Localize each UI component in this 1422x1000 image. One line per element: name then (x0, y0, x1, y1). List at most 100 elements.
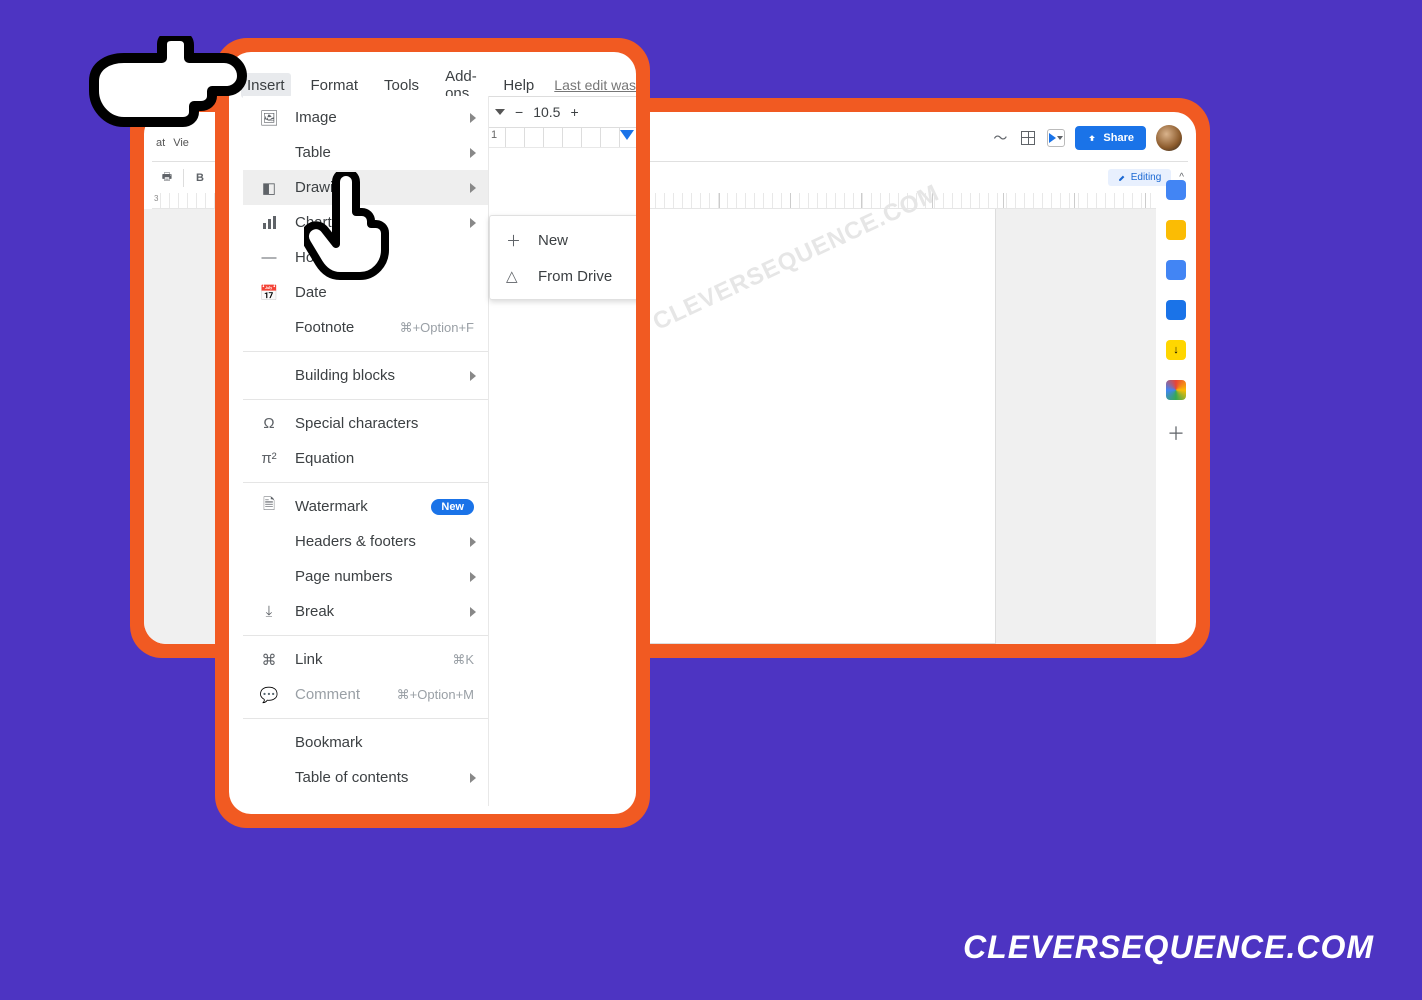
avatar[interactable] (1156, 125, 1182, 151)
editing-label: Editing (1131, 172, 1162, 183)
insert-table-label: Table (295, 144, 331, 161)
menu-separator (243, 482, 488, 483)
font-increase-button[interactable]: + (570, 104, 578, 120)
menu-tools[interactable]: Tools (378, 73, 425, 98)
drawing-from-drive-label: From Drive (538, 268, 612, 285)
menu-separator (243, 399, 488, 400)
ruler-number: 3 (152, 194, 222, 203)
submenu-arrow-icon (470, 572, 476, 582)
submenu-arrow-icon (470, 607, 476, 617)
front-inner: Insert Format Tools Add-ons Help Last ed… (229, 52, 636, 814)
insert-building-blocks-label: Building blocks (295, 367, 395, 384)
insert-break[interactable]: ⤓ Break (243, 594, 488, 629)
insert-toc[interactable]: Table of contents (243, 760, 488, 795)
ruler-marker-icon[interactable] (620, 130, 634, 140)
ruler-fragment[interactable]: 1 (487, 128, 636, 148)
insert-comment: 💬 Comment ⌘+Option+M (243, 677, 488, 712)
break-icon: ⤓ (259, 603, 279, 620)
share-button[interactable]: Share (1075, 126, 1146, 150)
menu-help[interactable]: Help (497, 73, 540, 98)
maps-icon[interactable]: ↓ (1166, 340, 1186, 360)
insert-special-characters[interactable]: Ω Special characters (243, 406, 488, 441)
submenu-arrow-icon (470, 218, 476, 228)
date-icon: 📅 (259, 284, 279, 302)
insert-comment-label: Comment (295, 686, 360, 703)
watermark-icon: 🗎 (259, 494, 279, 519)
drawing-icon: ◧ (259, 179, 279, 197)
insert-image[interactable]: 🖼 Image (243, 100, 488, 135)
comment-icon: 💬 (259, 686, 279, 704)
addons-icon[interactable] (1166, 380, 1186, 400)
insert-link-label: Link (295, 651, 323, 668)
link-icon: ⌘ (259, 651, 279, 669)
font-size-strip: − 10.5 + (487, 96, 636, 128)
insert-equation-label: Equation (295, 450, 354, 467)
insert-page-numbers[interactable]: Page numbers (243, 559, 488, 594)
present-button[interactable] (1047, 129, 1065, 147)
drawing-submenu: ＋ New △ From Drive (489, 215, 636, 300)
insert-building-blocks[interactable]: Building blocks (243, 358, 488, 393)
submenu-arrow-icon (470, 183, 476, 193)
last-edit-link[interactable]: Last edit was (554, 77, 636, 93)
cursor-hand-icon (304, 172, 394, 282)
print-icon[interactable]: 🖶 (156, 167, 178, 189)
insert-bookmark[interactable]: Bookmark (243, 725, 488, 760)
drawing-new[interactable]: ＋ New (490, 222, 636, 259)
omega-icon: Ω (259, 415, 279, 432)
insert-footnote[interactable]: Footnote ⌘+Option+F (243, 310, 488, 345)
new-badge: New (431, 499, 474, 515)
insert-link[interactable]: ⌘ Link ⌘K (243, 642, 488, 677)
menu-separator (243, 635, 488, 636)
insert-image-label: Image (295, 109, 337, 126)
contacts-icon[interactable] (1166, 300, 1186, 320)
hline-icon: — (259, 249, 279, 266)
add-app-icon[interactable]: ＋ (1167, 420, 1185, 446)
link-shortcut: ⌘K (452, 652, 474, 668)
menu-separator (243, 718, 488, 719)
ruler-number: 1 (491, 129, 497, 141)
chart-icon (259, 215, 279, 231)
drawing-from-drive[interactable]: △ From Drive (490, 259, 636, 293)
submenu-arrow-icon (470, 537, 476, 547)
insert-watermark[interactable]: 🗎 Watermark New (243, 489, 488, 524)
tasks-icon[interactable] (1166, 260, 1186, 280)
insert-bookmark-label: Bookmark (295, 734, 363, 751)
insert-page-numbers-label: Page numbers (295, 568, 393, 585)
insert-headers-footers-label: Headers & footers (295, 533, 416, 550)
footnote-shortcut: ⌘+Option+F (400, 320, 474, 336)
insert-equation[interactable]: π² Equation (243, 441, 488, 476)
bold-icon[interactable]: B (189, 167, 211, 189)
menu-format[interactable]: Format (305, 73, 365, 98)
drawing-new-label: New (538, 232, 568, 249)
comment-shortcut: ⌘+Option+M (397, 687, 474, 703)
share-label: Share (1103, 132, 1134, 144)
calendar-icon[interactable] (1166, 180, 1186, 200)
font-size-value[interactable]: 10.5 (533, 104, 560, 120)
font-dropdown-icon[interactable] (495, 109, 505, 115)
image-icon: 🖼 (259, 109, 279, 127)
submenu-arrow-icon (470, 371, 476, 381)
keep-icon[interactable] (1166, 220, 1186, 240)
credit-text: CLEVERSEQUENCE.COM (963, 929, 1374, 966)
drive-icon: △ (506, 267, 524, 285)
menu-separator (243, 351, 488, 352)
insert-toc-label: Table of contents (295, 769, 408, 786)
side-apps-panel: ↓ ＋ (1158, 176, 1194, 446)
submenu-arrow-icon (470, 773, 476, 783)
submenu-arrow-icon (470, 148, 476, 158)
font-decrease-button[interactable]: − (515, 104, 523, 120)
insert-watermark-label: Watermark (295, 498, 368, 515)
submenu-arrow-icon (470, 113, 476, 123)
pointing-hand-icon (84, 36, 254, 166)
meet-icon[interactable] (1019, 129, 1037, 147)
insert-date-label: Date (295, 284, 327, 301)
front-insert-card: Insert Format Tools Add-ons Help Last ed… (215, 38, 650, 828)
activity-icon[interactable]: 〜 (991, 129, 1009, 147)
insert-footnote-label: Footnote (295, 319, 354, 336)
pi-icon: π² (259, 450, 279, 467)
plus-icon: ＋ (506, 230, 524, 251)
insert-table[interactable]: Table (243, 135, 488, 170)
insert-break-label: Break (295, 603, 334, 620)
insert-special-characters-label: Special characters (295, 415, 418, 432)
insert-headers-footers[interactable]: Headers & footers (243, 524, 488, 559)
